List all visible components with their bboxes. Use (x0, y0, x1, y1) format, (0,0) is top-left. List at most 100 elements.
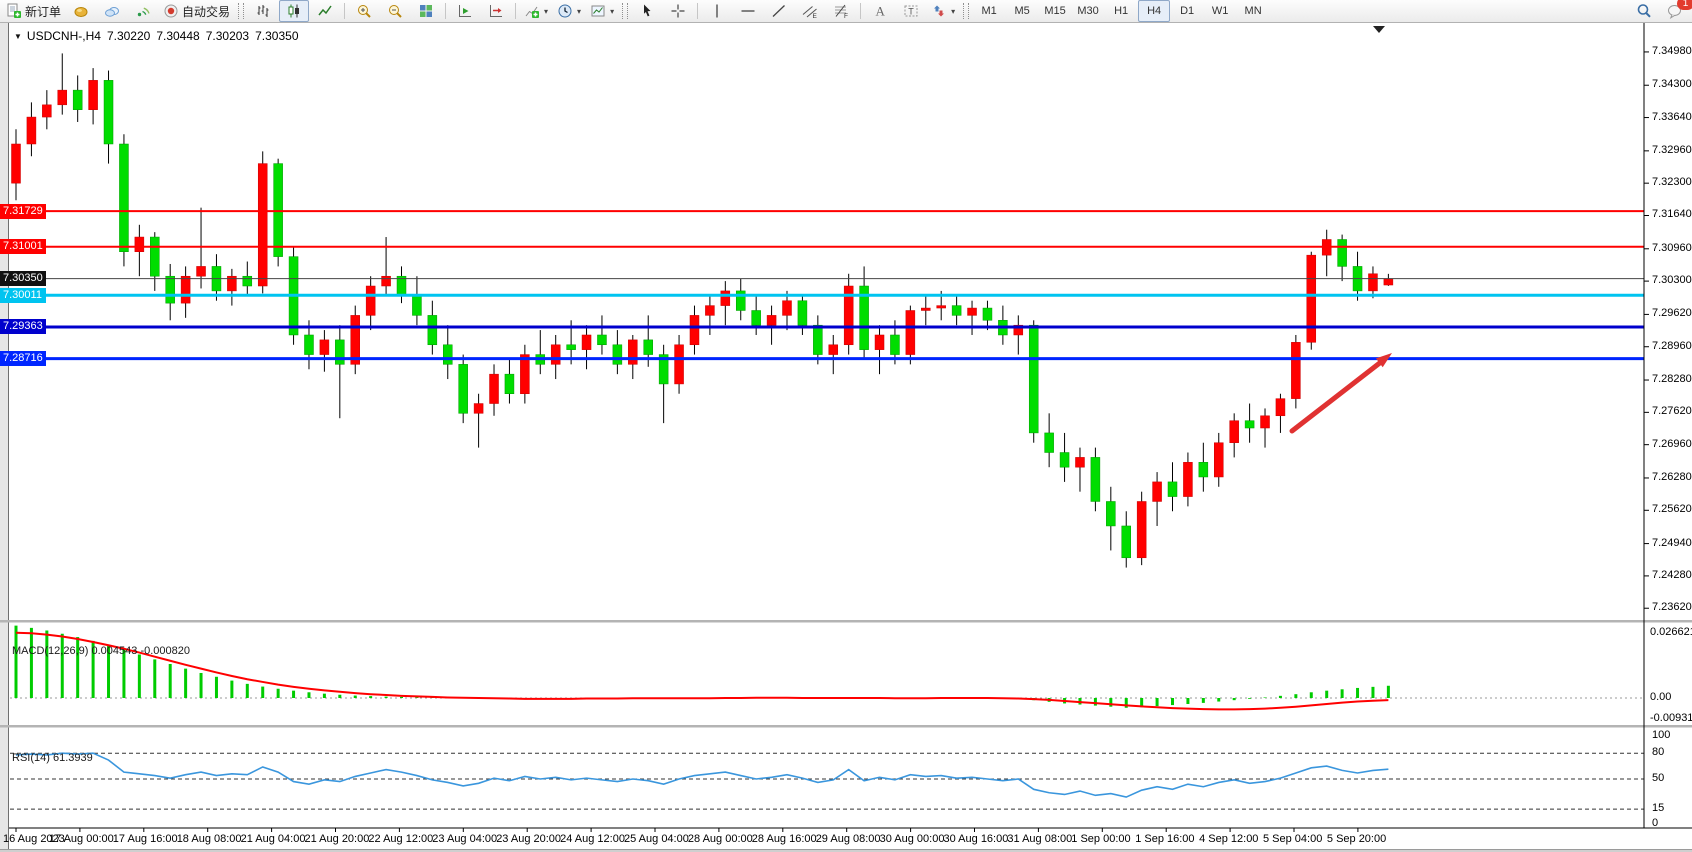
candle-body (443, 345, 452, 365)
main-toolbar: 新订单 自动交易 ▾ ▾ ▾ E FA T ▾ M1M5M15M30H1H4D1W1MN 1 (0, 0, 1692, 23)
trendline-button[interactable] (764, 0, 794, 22)
equidistant-channel-button[interactable]: E (795, 0, 825, 22)
price-tick-label: 7.26960 (1652, 438, 1692, 450)
candle-body (1214, 443, 1223, 477)
zoom-out-button[interactable] (380, 0, 410, 22)
indicators-button[interactable]: ▾ (520, 0, 552, 22)
pane-separator[interactable] (0, 620, 1692, 623)
candle-body (1276, 399, 1285, 416)
price-tick-label: 7.32300 (1652, 176, 1692, 188)
templates-button[interactable]: ▾ (586, 0, 618, 22)
vline-icon (709, 3, 725, 19)
timeframe-d1-button[interactable]: D1 (1171, 0, 1203, 22)
trend-arrow[interactable] (1292, 362, 1381, 431)
timeframe-m15-button[interactable]: M15 (1039, 0, 1071, 22)
toolbar-grip (963, 3, 969, 19)
dropdown-caret-icon[interactable]: ▾ (951, 7, 955, 16)
candle-body (1091, 457, 1100, 501)
text-button[interactable]: A (865, 0, 895, 22)
candle-body (104, 80, 113, 144)
bar-chart-button[interactable] (248, 0, 278, 22)
candle-body (890, 335, 899, 355)
time-label: 21 Aug 04:00 (241, 833, 306, 845)
cursor-button[interactable] (632, 0, 662, 22)
candle-body (1075, 457, 1084, 467)
linechart-icon (317, 3, 333, 19)
rsi-line (16, 753, 1388, 797)
toolbar-grip (238, 3, 244, 19)
timeframe-h1-button[interactable]: H1 (1105, 0, 1137, 22)
text-label-button[interactable]: T (896, 0, 926, 22)
candle-body (304, 335, 313, 355)
zoom-in-button[interactable] (349, 0, 379, 22)
price-tick-label: 7.24940 (1652, 537, 1692, 549)
candle-body (243, 276, 252, 286)
chart-canvas[interactable] (0, 23, 1692, 849)
candle-body (921, 308, 930, 310)
timeframe-mn-button[interactable]: MN (1237, 0, 1269, 22)
horizontal-line-button[interactable] (733, 0, 763, 22)
dropdown-caret-icon[interactable]: ▾ (544, 7, 548, 16)
candle-body (937, 306, 946, 308)
timeframe-h4-button[interactable]: H4 (1138, 0, 1170, 22)
dropdown-caret-icon[interactable]: ▾ (577, 7, 581, 16)
auto-scroll-button[interactable] (450, 0, 480, 22)
cursor-icon (639, 3, 655, 19)
candle-body (505, 374, 514, 394)
shapes-icon (931, 3, 947, 19)
candle-body (1307, 255, 1316, 342)
candle-body (952, 306, 961, 316)
support-line-blue-2-label: 7.28716 (0, 351, 46, 366)
autotrading-button[interactable]: 自动交易 (159, 0, 234, 22)
resistance-line-1-label: 7.31729 (0, 204, 46, 219)
fibonacci-button[interactable]: F (826, 0, 856, 22)
rsi-scale-label: 100 (1652, 729, 1670, 741)
signal-icon (135, 3, 151, 19)
close-value: 7.30350 (255, 29, 298, 43)
notifications-button[interactable]: 1 (1660, 0, 1690, 22)
search-button[interactable] (1629, 0, 1659, 22)
mt4-application: 新订单自动交易▾▾▾EFAT▾M1M5M15M30H1H4D1W1MN1 ▼US… (0, 0, 1692, 852)
timeframe-m5-button[interactable]: M5 (1006, 0, 1038, 22)
arrows-button[interactable]: ▾ (927, 0, 959, 22)
timeframe-m1-button[interactable]: M1 (973, 0, 1005, 22)
pane-separator[interactable] (0, 725, 1692, 728)
candlestick-chart-button[interactable] (279, 0, 309, 22)
time-label: 30 Aug 00:00 (880, 833, 945, 845)
candle-body (89, 80, 98, 109)
template-icon (590, 3, 606, 19)
vertical-line-button[interactable] (702, 0, 732, 22)
virtual-hosting-button[interactable] (97, 0, 127, 22)
tiles-icon (418, 3, 434, 19)
svg-text:E: E (813, 13, 818, 19)
candle-body (197, 266, 206, 276)
rsi-scale-label: 0 (1652, 817, 1658, 829)
chart-shift-marker[interactable] (1373, 26, 1385, 33)
timeframe-w1-button[interactable]: W1 (1204, 0, 1236, 22)
signals-button[interactable] (128, 0, 158, 22)
collapse-triangle-icon[interactable]: ▼ (14, 32, 22, 41)
candle-body (968, 308, 977, 315)
gold-icon (73, 3, 89, 19)
candle-body (119, 144, 128, 252)
time-label: 28 Aug 16:00 (752, 833, 817, 845)
candle-body (474, 404, 483, 414)
chart-shift-button[interactable] (481, 0, 511, 22)
candle-body (783, 301, 792, 316)
line-chart-button[interactable] (310, 0, 340, 22)
candle-body (613, 345, 622, 365)
crosshair-button[interactable] (663, 0, 693, 22)
timeframe-m30-button[interactable]: M30 (1072, 0, 1104, 22)
market-button[interactable] (66, 0, 96, 22)
svg-text:T: T (908, 7, 914, 17)
tile-windows-button[interactable] (411, 0, 441, 22)
candle-body (1168, 482, 1177, 497)
fibo-icon: F (833, 3, 849, 19)
candle-body (12, 144, 21, 183)
time-label: 31 Aug 08:00 (1007, 833, 1072, 845)
candle-body (1029, 325, 1038, 433)
candle-body (428, 315, 437, 344)
new-order-button[interactable]: 新订单 (2, 0, 65, 22)
dropdown-caret-icon[interactable]: ▾ (610, 7, 614, 16)
periods-button[interactable]: ▾ (553, 0, 585, 22)
